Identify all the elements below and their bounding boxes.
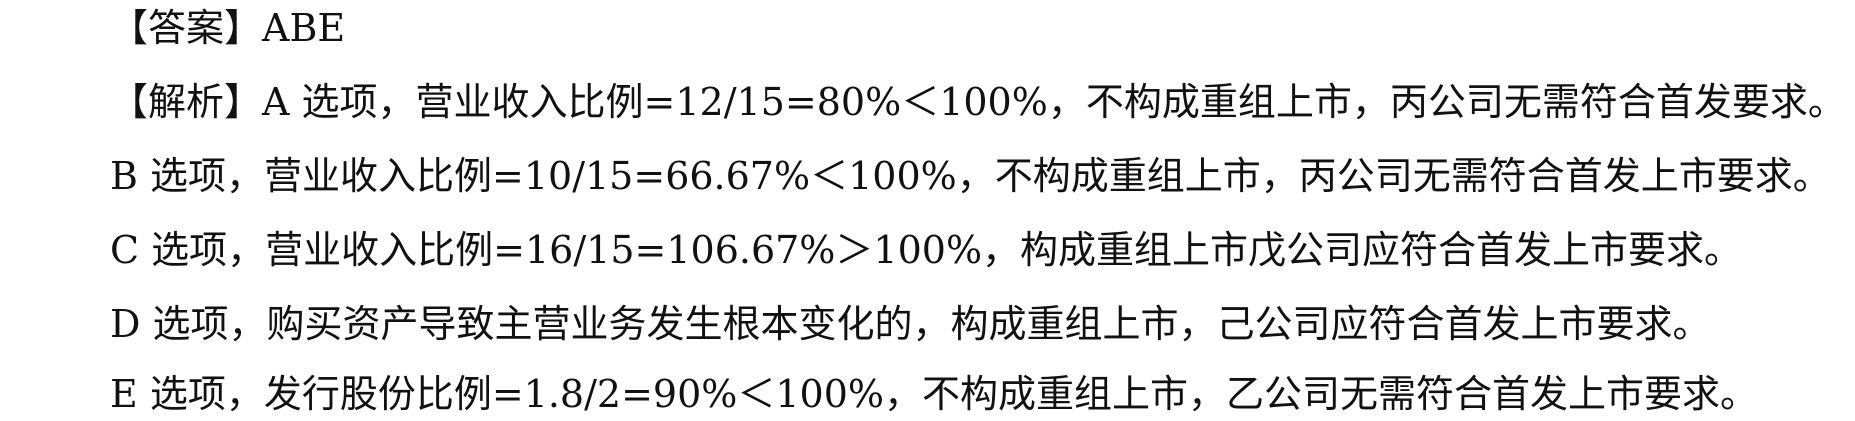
analysis-text-b: B 选项，营业收入比例=10/15=66.67%＜100%，不构成重组上市，丙公… bbox=[110, 154, 1831, 198]
analysis-line-b: B 选项，营业收入比例=10/15=66.67%＜100%，不构成重组上市，丙公… bbox=[110, 154, 1831, 198]
analysis-line-e: E 选项，发行股份比例=1.8/2=90%＜100%，不构成重组上市，乙公司无需… bbox=[110, 372, 1758, 416]
answer-line: 【答案】ABE bbox=[110, 6, 345, 50]
document-page: 【答案】ABE 【解析】A 选项，营业收入比例=12/15=80%＜100%，不… bbox=[0, 0, 1855, 421]
answer-value: ABE bbox=[262, 6, 346, 50]
analysis-text-a: A 选项，营业收入比例=12/15=80%＜100%，不构成重组上市，丙公司无需… bbox=[262, 80, 1846, 124]
analysis-text-e: E 选项，发行股份比例=1.8/2=90%＜100%，不构成重组上市，乙公司无需… bbox=[110, 372, 1759, 416]
analysis-line-c: C 选项，营业收入比例=16/15=106.67%＞100%，构成重组上市戊公司… bbox=[110, 228, 1742, 272]
analysis-text-d: D 选项，购买资产导致主营业务发生根本变化的，构成重组上市，己公司应符合首发上市… bbox=[110, 302, 1711, 346]
analysis-label: 【解析】 bbox=[110, 80, 263, 124]
analysis-text-c: C 选项，营业收入比例=16/15=106.67%＞100%，构成重组上市戊公司… bbox=[110, 228, 1743, 272]
answer-label: 【答案】 bbox=[110, 6, 263, 50]
analysis-line-d: D 选项，购买资产导致主营业务发生根本变化的，构成重组上市，己公司应符合首发上市… bbox=[110, 302, 1711, 346]
analysis-line-a: 【解析】A 选项，营业收入比例=12/15=80%＜100%，不构成重组上市，丙… bbox=[110, 80, 1846, 124]
